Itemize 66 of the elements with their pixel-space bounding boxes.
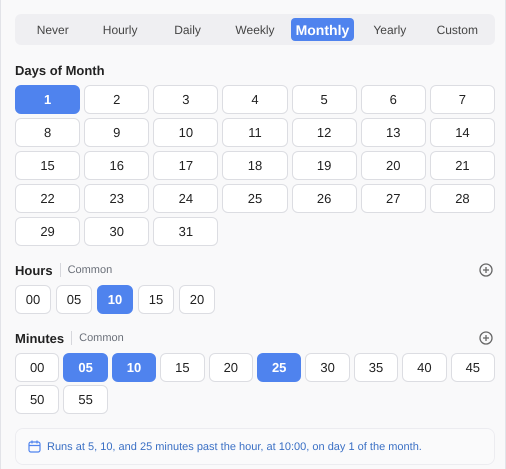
tab[interactable]: Yearly [358, 18, 422, 41]
tab[interactable]: Daily [156, 18, 220, 41]
add-button[interactable] [479, 263, 493, 277]
section-subtitle: Common [68, 264, 114, 276]
option-button[interactable]: 26 [292, 184, 357, 213]
option-button[interactable]: 6 [360, 85, 426, 114]
option-button[interactable]: 00 [15, 285, 51, 314]
option-button[interactable]: 15 [15, 151, 80, 180]
option-button[interactable]: 7 [430, 85, 495, 114]
add-button[interactable] [479, 331, 493, 345]
option-button[interactable]: 10 [97, 285, 133, 314]
calendar-icon [28, 440, 41, 453]
option-button[interactable]: 25 [222, 184, 288, 213]
tab[interactable]: Monthly [290, 18, 354, 41]
option-button[interactable]: 20 [179, 285, 215, 314]
option-button[interactable]: 3 [153, 85, 218, 114]
option-button[interactable]: 8 [15, 118, 80, 147]
option-button[interactable]: 20 [208, 353, 253, 382]
option-button[interactable]: 5 [292, 85, 357, 114]
option-button[interactable]: 13 [360, 118, 426, 147]
section-title: Minutes [15, 330, 64, 346]
option-button[interactable]: 45 [450, 353, 495, 382]
option-button[interactable]: 1 [15, 85, 80, 114]
option-button[interactable]: 17 [153, 151, 218, 180]
section-subtitle: Common [79, 332, 125, 344]
tab[interactable]: Hourly [88, 18, 152, 41]
option-button[interactable]: 50 [15, 385, 60, 414]
option-button[interactable]: 31 [153, 217, 218, 246]
option-button[interactable]: 2 [84, 85, 150, 114]
option-button[interactable]: 24 [153, 184, 218, 213]
option-button[interactable]: 16 [84, 151, 150, 180]
option-button[interactable]: 15 [160, 353, 205, 382]
option-button[interactable]: 27 [360, 184, 426, 213]
option-button[interactable]: 30 [305, 353, 350, 382]
option-button[interactable]: 29 [15, 217, 80, 246]
option-button[interactable]: 15 [138, 285, 174, 314]
option-button[interactable]: 23 [84, 184, 150, 213]
option-button[interactable]: 30 [84, 217, 150, 246]
option-button[interactable]: 00 [15, 353, 60, 382]
option-button[interactable]: 35 [354, 353, 398, 382]
tab[interactable]: Custom [426, 18, 489, 41]
section-title: Days of Month [15, 62, 105, 78]
option-button[interactable]: 55 [63, 385, 108, 414]
option-button[interactable]: 11 [222, 118, 288, 147]
option-button[interactable]: 05 [63, 353, 108, 382]
summary-text: Runs at 5, 10, and 25 minutes past the hour, at 10:00, on day 1 of the month. [47, 440, 422, 452]
option-button[interactable]: 20 [360, 151, 426, 180]
option-button[interactable]: 22 [15, 184, 80, 213]
option-button[interactable]: 28 [430, 184, 495, 213]
option-button[interactable]: 12 [292, 118, 357, 147]
option-button[interactable]: 19 [292, 151, 357, 180]
tab[interactable]: Never [21, 18, 84, 41]
option-button[interactable]: 40 [402, 353, 447, 382]
option-button[interactable]: 10 [153, 118, 218, 147]
section-title: Hours [15, 262, 53, 278]
plus-icon [479, 331, 493, 345]
option-button[interactable]: 21 [430, 151, 495, 180]
option-button[interactable]: 05 [56, 285, 92, 314]
option-button[interactable]: 10 [112, 353, 156, 382]
option-button[interactable]: 9 [84, 118, 150, 147]
tab[interactable]: Weekly [223, 18, 287, 41]
option-button[interactable]: 4 [222, 85, 288, 114]
option-button[interactable]: 25 [257, 353, 302, 382]
plus-icon [479, 263, 493, 277]
option-button[interactable]: 14 [430, 118, 495, 147]
option-button[interactable]: 18 [222, 151, 288, 180]
